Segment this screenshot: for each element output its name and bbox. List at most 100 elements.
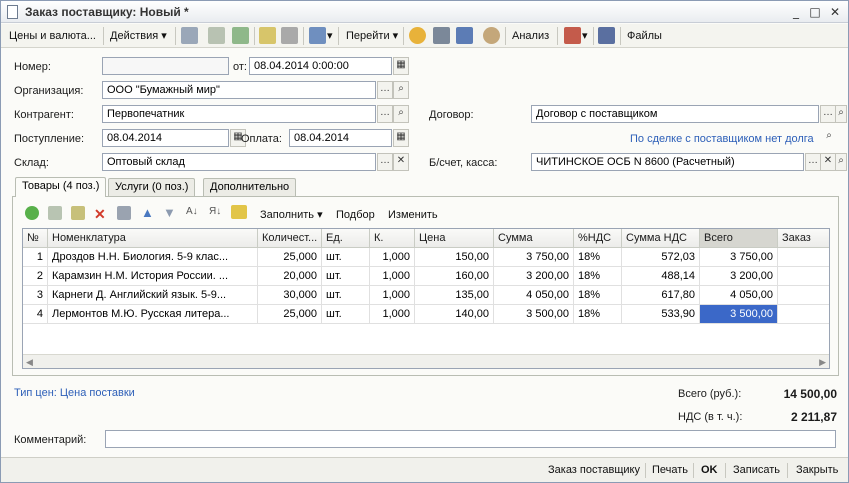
table-cell[interactable]: шт. xyxy=(322,305,370,324)
price-type-link[interactable]: Тип цен: Цена поставки xyxy=(14,387,135,399)
save-button[interactable]: Записать xyxy=(733,464,780,476)
column-header[interactable]: Номенклатура xyxy=(48,229,258,248)
table-cell[interactable]: 140,00 xyxy=(415,305,494,324)
clock-icon[interactable] xyxy=(483,27,500,44)
close-icon[interactable]: ✕ xyxy=(827,4,843,20)
table-cell[interactable]: 3 750,00 xyxy=(700,248,778,267)
payment-date-field[interactable]: 08.04.2014 xyxy=(289,129,392,147)
column-header[interactable]: Всего xyxy=(700,229,778,248)
select-ellipsis-button[interactable]: … xyxy=(820,105,836,123)
account-field[interactable]: ЧИТИНСКОЕ ОСБ N 8600 (Расчетный) xyxy=(531,153,804,171)
based-on-icon[interactable] xyxy=(259,27,276,44)
select-button[interactable]: Подбор xyxy=(336,207,375,223)
1c-link-icon[interactable] xyxy=(598,27,615,44)
table-cell[interactable]: 2 xyxy=(23,267,48,286)
goods-table[interactable]: ◀ ▶ № Номенклатура Количест... Ед. К. Цена Сум… xyxy=(22,228,830,369)
delete-icon[interactable]: ✕ xyxy=(94,206,106,223)
table-cell[interactable]: шт. xyxy=(322,286,370,305)
table-cell[interactable]: 3 200,00 xyxy=(494,267,574,286)
table-cell[interactable]: шт. xyxy=(322,248,370,267)
table-cell[interactable]: 4 050,00 xyxy=(494,286,574,305)
list-icon[interactable] xyxy=(433,27,450,44)
table-cell[interactable]: 135,00 xyxy=(415,286,494,305)
search-icon[interactable]: ⌕ xyxy=(835,153,847,171)
end-edit-icon[interactable] xyxy=(117,206,131,220)
unpost-icon[interactable] xyxy=(208,27,225,44)
select-ellipsis-button[interactable]: … xyxy=(377,153,393,171)
table-cell[interactable]: 160,00 xyxy=(415,267,494,286)
contract-field[interactable]: Договор с поставщиком xyxy=(531,105,819,123)
table-cell[interactable]: 20,000 xyxy=(258,267,322,286)
analysis-button[interactable]: Анализ xyxy=(512,28,549,44)
horizontal-scrollbar[interactable]: ◀ ▶ xyxy=(23,354,829,368)
table-cell[interactable]: Дроздов Н.Н. Биология. 5-9 клас... xyxy=(48,248,258,267)
comment-field[interactable] xyxy=(105,430,836,448)
table-cell[interactable]: Карнеги Д. Английский язык. 5-9... xyxy=(48,286,258,305)
table-cell[interactable]: 30,000 xyxy=(258,286,322,305)
table-cell[interactable]: 488,14 xyxy=(622,267,700,286)
table-cell[interactable] xyxy=(778,305,829,324)
table-cell[interactable]: 533,90 xyxy=(622,305,700,324)
column-header[interactable]: Заказ xyxy=(778,229,829,248)
scroll-right-icon[interactable]: ▶ xyxy=(819,357,826,368)
table-cell[interactable]: 25,000 xyxy=(258,248,322,267)
move-down-icon[interactable]: ▼ xyxy=(163,205,176,220)
column-header[interactable]: %НДС xyxy=(574,229,622,248)
edit-icon[interactable] xyxy=(71,206,85,220)
column-header[interactable]: Цена xyxy=(415,229,494,248)
clear-icon[interactable]: ✕ xyxy=(820,153,836,171)
table-cell[interactable]: Карамзин Н.М. История России. ... xyxy=(48,267,258,286)
files-button[interactable]: Файлы xyxy=(627,28,662,44)
move-up-icon[interactable]: ▲ xyxy=(141,205,154,220)
search-icon[interactable]: ⌕ xyxy=(835,105,847,123)
sort-asc-icon[interactable]: A↓ xyxy=(186,206,198,217)
organization-field[interactable]: ООО "Бумажный мир" xyxy=(102,81,376,99)
table-cell[interactable]: 4 050,00 xyxy=(700,286,778,305)
column-header[interactable]: Ед. xyxy=(322,229,370,248)
calendar-icon[interactable]: ▦ xyxy=(393,57,409,75)
search-icon[interactable]: ⌕ xyxy=(393,81,409,99)
table-cell[interactable]: 572,03 xyxy=(622,248,700,267)
order-button[interactable]: Заказ поставщику xyxy=(548,464,640,476)
table-cell[interactable]: 3 200,00 xyxy=(700,267,778,286)
column-header[interactable]: Сумма xyxy=(494,229,574,248)
table-cell[interactable]: 18% xyxy=(574,248,622,267)
tab-services[interactable]: Услуги (0 поз.) xyxy=(108,178,196,196)
copy-icon[interactable] xyxy=(48,206,62,220)
date-field[interactable]: 08.04.2014 0:00:00 xyxy=(249,57,392,75)
sort-desc-icon[interactable]: Я↓ xyxy=(209,206,221,217)
column-header[interactable]: Сумма НДС xyxy=(622,229,700,248)
table-cell[interactable]: 1,000 xyxy=(370,267,415,286)
scroll-left-icon[interactable]: ◀ xyxy=(26,357,33,368)
table-cell[interactable]: 18% xyxy=(574,267,622,286)
fill-menu[interactable]: Заполнить ▾ xyxy=(260,207,323,223)
table-cell[interactable]: шт. xyxy=(322,267,370,286)
tree-icon[interactable] xyxy=(456,27,473,44)
prices-button[interactable]: Цены и валюта... xyxy=(9,28,96,44)
table-cell[interactable]: 1,000 xyxy=(370,248,415,267)
receipt-date-field[interactable]: 08.04.2014 xyxy=(102,129,229,147)
select-ellipsis-button[interactable]: … xyxy=(377,81,393,99)
print-button[interactable]: Печать xyxy=(652,464,688,476)
table-cell[interactable]: 150,00 xyxy=(415,248,494,267)
goto-menu[interactable]: Перейти ▾ xyxy=(346,28,398,44)
post-icon[interactable] xyxy=(181,27,198,44)
warehouse-field[interactable]: Оптовый склад xyxy=(102,153,376,171)
select-ellipsis-button[interactable]: … xyxy=(377,105,393,123)
table-cell[interactable]: 3 750,00 xyxy=(494,248,574,267)
number-field[interactable] xyxy=(102,57,229,75)
goto-icon[interactable] xyxy=(309,27,326,44)
actions-menu[interactable]: Действия ▾ xyxy=(110,28,167,44)
table-cell[interactable]: 1,000 xyxy=(370,286,415,305)
xml-icon[interactable] xyxy=(564,27,581,44)
column-header[interactable]: К. xyxy=(370,229,415,248)
search-icon[interactable]: ⌕ xyxy=(393,105,409,123)
table-cell[interactable]: 3 xyxy=(23,286,48,305)
column-header[interactable]: № xyxy=(23,229,48,248)
tab-goods[interactable]: Товары (4 поз.) xyxy=(15,177,107,197)
table-cell[interactable]: 1 xyxy=(23,248,48,267)
table-cell[interactable]: 1,000 xyxy=(370,305,415,324)
change-button[interactable]: Изменить xyxy=(388,207,438,223)
contractor-field[interactable]: Первопечатник xyxy=(102,105,376,123)
tab-additional[interactable]: Дополнительно xyxy=(203,178,297,196)
